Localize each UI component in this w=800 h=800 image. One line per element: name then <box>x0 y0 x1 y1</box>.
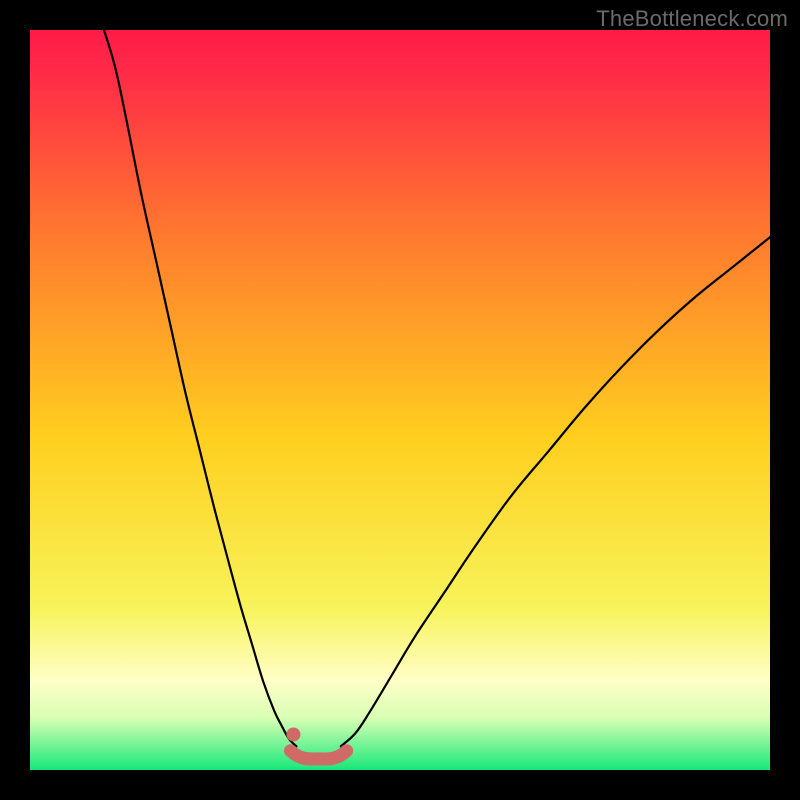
gradient-background <box>30 30 770 770</box>
chart-frame: TheBottleneck.com <box>0 0 800 800</box>
chart-plot <box>30 30 770 770</box>
floor-marker-dot <box>286 727 300 741</box>
watermark-text: TheBottleneck.com <box>596 6 788 32</box>
